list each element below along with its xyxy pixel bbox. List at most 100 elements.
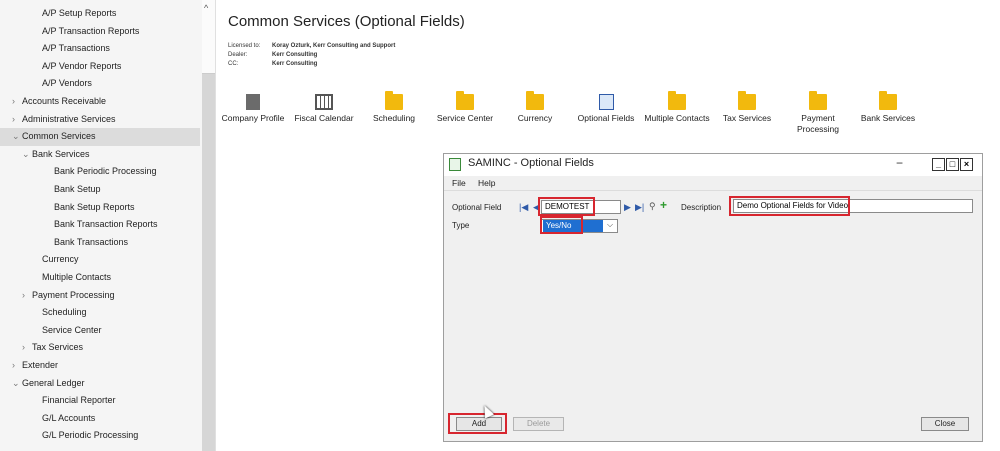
chevron-right-icon[interactable]: › xyxy=(22,287,32,305)
next-record-icon[interactable]: ▶ xyxy=(624,202,631,213)
tree-item[interactable]: Bank Setup xyxy=(54,181,101,199)
tree-item-label: G/L Periodic Processing xyxy=(42,430,139,441)
dialog-titlebar[interactable]: SAMINC - Optional Fields − _ □ × xyxy=(444,154,982,176)
minimize-button[interactable]: _ xyxy=(932,158,945,171)
folder-icon xyxy=(809,91,827,110)
folder-icon xyxy=(385,91,403,110)
tree-item[interactable]: Financial Reporter xyxy=(42,392,116,410)
module-service-center[interactable]: Service Center xyxy=(425,91,505,124)
scroll-up-icon[interactable]: ^ xyxy=(204,3,208,13)
module-fiscal-calendar[interactable]: Fiscal Calendar xyxy=(284,94,364,124)
dialog-title: SAMINC - Optional Fields xyxy=(468,157,594,169)
optional-fields-icon xyxy=(598,94,614,110)
folder-icon xyxy=(456,91,474,110)
navigation-tree: A/P Setup Reports A/P Transaction Reports… xyxy=(0,0,216,451)
module-scheduling[interactable]: Scheduling xyxy=(354,91,434,124)
last-record-icon[interactable]: ▶| xyxy=(635,202,644,213)
tree-item[interactable]: Bank Setup Reports xyxy=(54,199,135,217)
menu-bar: File Help xyxy=(444,176,982,191)
tree-item[interactable]: A/P Vendor Reports xyxy=(42,58,121,76)
minimize-glyph[interactable]: − xyxy=(896,156,903,170)
tree-item-label: Service Center xyxy=(42,324,102,335)
module-label: Currency xyxy=(517,113,553,123)
tree-item[interactable]: A/P Transaction Reports xyxy=(42,23,139,41)
tree-item-label: Bank Periodic Processing xyxy=(54,166,157,177)
tree-item[interactable]: G/L Accounts xyxy=(42,410,95,428)
tree-item-label: Extender xyxy=(22,360,59,370)
optional-fields-dialog: SAMINC - Optional Fields − _ □ × File He… xyxy=(443,153,983,442)
tree-item[interactable]: Multiple Contacts xyxy=(42,269,111,287)
type-label: Type xyxy=(452,221,470,230)
module-multiple-contacts[interactable]: Multiple Contacts xyxy=(637,91,717,124)
chevron-right-icon[interactable]: › xyxy=(12,93,22,111)
tree-item-label: Bank Transaction Reports xyxy=(54,219,158,230)
page-title: Common Services (Optional Fields) xyxy=(228,13,465,30)
tree-item[interactable]: Scheduling xyxy=(42,304,87,322)
tree-item[interactable]: Currency xyxy=(42,251,79,269)
tree-item[interactable]: Bank Periodic Processing xyxy=(54,163,157,181)
maximize-button[interactable]: □ xyxy=(946,158,959,171)
menu-help[interactable]: Help xyxy=(478,178,495,188)
tree-item[interactable]: A/P Setup Reports xyxy=(42,5,116,23)
delete-button[interactable]: Delete xyxy=(513,417,564,431)
calendar-icon xyxy=(315,94,333,110)
menu-file[interactable]: File xyxy=(452,178,466,188)
tree-item-label: Scheduling xyxy=(42,307,87,318)
module-label: Service Center xyxy=(436,113,494,123)
tree-item[interactable]: A/P Transactions xyxy=(42,40,110,58)
module-label: Company Profile xyxy=(221,113,285,123)
highlight-box xyxy=(729,196,850,216)
module-label: Optional Fields xyxy=(577,113,635,123)
cc-value: Kerr Consulting xyxy=(272,61,318,67)
app-icon xyxy=(449,158,461,171)
tree-item[interactable]: Bank Transaction Reports xyxy=(54,216,158,234)
tree-item[interactable]: ⌄ General Ledger xyxy=(12,375,85,393)
module-company-profile[interactable]: Company Profile xyxy=(213,94,293,124)
close-window-button[interactable]: × xyxy=(960,158,973,171)
tree-item[interactable]: G/L Periodic Processing xyxy=(42,427,138,445)
folder-icon xyxy=(526,91,544,110)
description-label: Description xyxy=(681,203,722,212)
chevron-right-icon[interactable]: › xyxy=(22,339,32,357)
sidebar-scrollbar[interactable]: ^ xyxy=(202,0,215,451)
tree-item-label: Common Services xyxy=(22,131,96,142)
chevron-right-icon[interactable]: › xyxy=(12,111,22,129)
tree-item[interactable]: ⌄ Bank Services xyxy=(22,146,90,164)
tree-item[interactable]: › Accounts Receivable xyxy=(12,93,106,111)
module-currency[interactable]: Currency xyxy=(495,91,575,124)
tree-item[interactable]: › Payment Processing xyxy=(22,287,115,305)
chevron-down-icon[interactable]: ⌄ xyxy=(22,146,32,164)
close-button[interactable]: Close xyxy=(921,417,969,431)
tree-item-label: Bank Setup Reports xyxy=(54,201,135,212)
first-record-icon[interactable]: |◀ xyxy=(519,202,528,213)
tree-item-label: A/P Vendor Reports xyxy=(42,60,122,71)
tree-item[interactable]: › Administrative Services xyxy=(12,111,116,129)
tree-item[interactable]: ⌄ Common Services xyxy=(0,128,200,146)
tree-item[interactable]: Bank Transactions xyxy=(54,234,128,252)
folder-icon xyxy=(738,91,756,110)
finder-icon[interactable]: ⚲ xyxy=(649,201,656,212)
tree-item-label: Currency xyxy=(42,254,79,265)
tree-item-label: Bank Services xyxy=(32,148,90,159)
chevron-down-icon[interactable]: ⌄ xyxy=(12,375,22,393)
tree-item[interactable]: Service Center xyxy=(42,322,102,340)
new-record-icon[interactable]: + xyxy=(660,198,667,212)
highlight-box xyxy=(448,413,507,434)
tree-item[interactable]: A/P Vendors xyxy=(42,75,92,93)
tree-item[interactable]: › Tax Services xyxy=(22,339,83,357)
chevron-down-icon[interactable]: ⌵ xyxy=(607,220,613,230)
chevron-down-icon[interactable]: ⌄ xyxy=(12,128,22,146)
module-label: Payment Processing xyxy=(796,113,840,134)
module-bank-services[interactable]: Bank Services xyxy=(848,91,928,124)
module-label: Multiple Contacts xyxy=(644,113,710,123)
tree-item[interactable]: › Extender xyxy=(12,357,58,375)
tree-item-label: Bank Setup xyxy=(54,184,101,194)
building-icon xyxy=(246,94,260,110)
module-payment-processing[interactable]: Payment Processing xyxy=(778,91,858,135)
module-tax-services[interactable]: Tax Services xyxy=(707,91,787,124)
chevron-right-icon[interactable]: › xyxy=(12,357,22,375)
module-label: Tax Services xyxy=(722,113,772,123)
tree-item-label: General Ledger xyxy=(22,377,85,388)
module-optional-fields[interactable]: Optional Fields xyxy=(566,94,646,124)
highlight-box xyxy=(538,197,595,216)
